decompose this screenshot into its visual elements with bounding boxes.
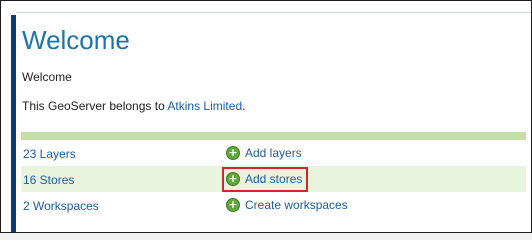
stores-count-link[interactable]: 16 Stores (23, 173, 74, 187)
welcome-text: Welcome (22, 70, 72, 84)
table-row: 23 Layers + Add layers (21, 140, 526, 166)
summary-table-header (21, 132, 526, 140)
create-workspaces-label: Create workspaces (245, 198, 348, 212)
add-stores-label: Add stores (245, 172, 303, 186)
welcome-panel: Welcome Welcome This GeoServer belongs t… (16, 12, 531, 232)
add-stores-link[interactable]: + Add stores (226, 171, 302, 187)
plus-circle-icon: + (226, 198, 240, 212)
add-layers-label: Add layers (245, 146, 302, 160)
table-row: 16 Stores + Add stores (21, 166, 526, 192)
screenshot-frame: Welcome Welcome This GeoServer belongs t… (0, 0, 532, 233)
workspaces-count-link[interactable]: 2 Workspaces (23, 199, 99, 213)
ownership-suffix: . (242, 99, 246, 113)
add-layers-link[interactable]: + Add layers (226, 145, 302, 161)
page-title: Welcome (22, 25, 130, 55)
ownership-prefix: This GeoServer belongs to (22, 99, 168, 113)
layers-count-link[interactable]: 23 Layers (23, 147, 76, 161)
table-row: 2 Workspaces + Create workspaces (21, 192, 526, 218)
summary-table: 23 Layers + Add layers 16 Stores + Add s… (21, 132, 526, 218)
organization-link[interactable]: Atkins Limited (167, 99, 242, 113)
create-workspaces-link[interactable]: + Create workspaces (226, 197, 348, 213)
plus-circle-icon: + (226, 146, 240, 160)
plus-circle-icon: + (226, 172, 240, 186)
ownership-text: This GeoServer belongs to Atkins Limited… (22, 99, 245, 113)
